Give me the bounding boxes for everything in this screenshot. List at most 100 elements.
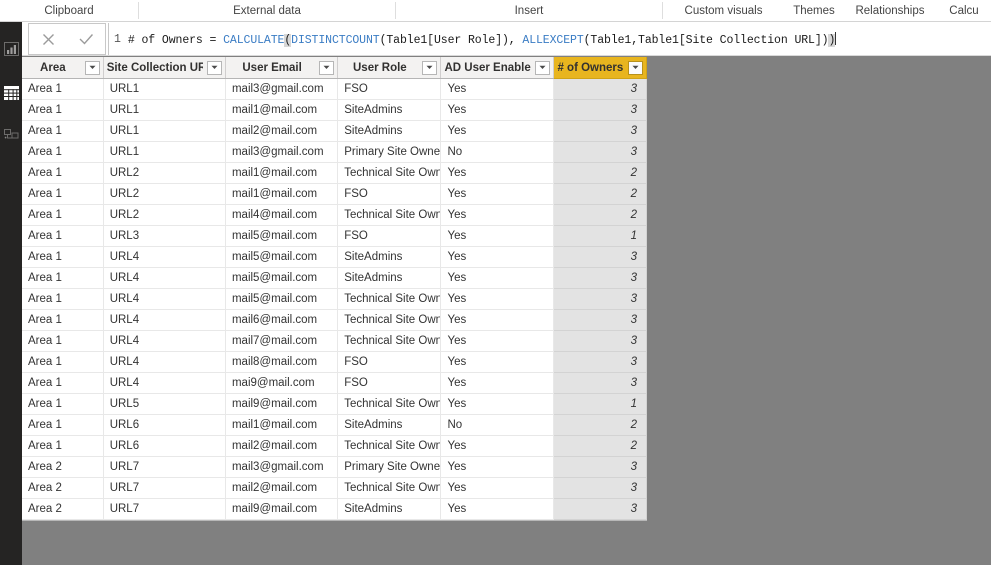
table-row[interactable]: Area 2 URL7 mail9@mail.com SiteAdmins Yes 3 (22, 498, 648, 520)
cell-ad[interactable]: No (440, 141, 554, 163)
cell-role[interactable]: Technical Site Owners (337, 477, 442, 499)
cell-role[interactable]: Technical Site Owners (337, 309, 442, 331)
cell-ad[interactable]: Yes (440, 477, 554, 499)
cell-url[interactable]: URL4 (103, 267, 226, 289)
cell-ad[interactable]: Yes (440, 498, 554, 520)
model-view-icon[interactable] (1, 122, 21, 148)
column-header-ad[interactable]: AD User Enabled (440, 57, 554, 79)
cell-ad[interactable]: No (440, 414, 554, 436)
cell-area[interactable]: Area 1 (22, 204, 104, 226)
table-row[interactable]: Area 1 URL4 mail5@mail.com Technical Site O… (22, 288, 648, 310)
cell-role[interactable]: Primary Site Owner (337, 456, 442, 478)
cell-email[interactable]: mail8@mail.com (225, 351, 339, 373)
cell-role[interactable]: FSO (337, 351, 442, 373)
table-row[interactable]: Area 1 URL4 mail8@mail.com FSO Yes 3 (22, 351, 648, 373)
cell-url[interactable]: URL7 (103, 477, 226, 499)
cell-url[interactable]: URL2 (103, 183, 226, 205)
cell-url[interactable]: URL7 (103, 498, 226, 520)
cell-email[interactable]: mail1@mail.com (225, 414, 339, 436)
report-view-icon[interactable] (1, 36, 21, 62)
cell-ad[interactable]: Yes (440, 372, 554, 394)
cell-area[interactable]: Area 1 (22, 288, 104, 310)
cell-ad[interactable]: Yes (440, 351, 554, 373)
cell-owners[interactable]: 3 (553, 372, 648, 394)
cell-owners[interactable]: 3 (553, 99, 648, 121)
cell-owners[interactable]: 1 (553, 225, 648, 247)
cell-area[interactable]: Area 1 (22, 393, 104, 415)
cell-ad[interactable]: Yes (440, 393, 554, 415)
cell-ad[interactable]: Yes (440, 435, 554, 457)
cell-email[interactable]: mail7@mail.com (225, 330, 339, 352)
cell-owners[interactable]: 3 (553, 456, 648, 478)
ribbon-group-clipboard[interactable]: Clipboard (0, 0, 138, 21)
cell-ad[interactable]: Yes (440, 225, 554, 247)
cell-ad[interactable]: Yes (440, 330, 554, 352)
cell-area[interactable]: Area 1 (22, 414, 104, 436)
cell-url[interactable]: URL4 (103, 246, 226, 268)
cell-email[interactable]: mail1@mail.com (225, 183, 339, 205)
cell-owners[interactable]: 2 (553, 204, 648, 226)
cell-area[interactable]: Area 1 (22, 309, 104, 331)
cell-area[interactable]: Area 2 (22, 477, 104, 499)
table-row[interactable]: Area 2 URL7 mail3@gmail.com Primary Site Ow… (22, 456, 648, 478)
ribbon-group-relationships[interactable]: Relationships (844, 0, 936, 21)
cell-url[interactable]: URL5 (103, 393, 226, 415)
table-row[interactable]: Area 1 URL6 mail1@mail.com SiteAdmins No 2 (22, 414, 648, 436)
cell-area[interactable]: Area 1 (22, 372, 104, 394)
cell-email[interactable]: mail2@mail.com (225, 435, 339, 457)
cell-email[interactable]: mail9@mail.com (225, 393, 339, 415)
cell-email[interactable]: mail3@gmail.com (225, 456, 339, 478)
cell-area[interactable]: Area 1 (22, 435, 104, 457)
cell-email[interactable]: mail5@mail.com (225, 267, 339, 289)
cell-role[interactable]: Technical Site Owners (337, 204, 442, 226)
cell-area[interactable]: Area 1 (22, 78, 104, 100)
cell-url[interactable]: URL4 (103, 351, 226, 373)
ribbon-group-external-data[interactable]: External data (139, 0, 395, 21)
chevron-down-icon[interactable] (534, 60, 550, 75)
chevron-down-icon[interactable] (206, 60, 222, 75)
cell-email[interactable]: mail9@mail.com (225, 498, 339, 520)
cell-owners[interactable]: 2 (553, 183, 648, 205)
cell-owners[interactable]: 3 (553, 120, 648, 142)
cell-role[interactable]: Technical Site Owners (337, 162, 442, 184)
cell-email[interactable]: mail4@mail.com (225, 204, 339, 226)
cell-ad[interactable]: Yes (440, 120, 554, 142)
cell-ad[interactable]: Yes (440, 267, 554, 289)
cell-ad[interactable]: Yes (440, 78, 554, 100)
cell-url[interactable]: URL3 (103, 225, 226, 247)
cell-ad[interactable]: Yes (440, 162, 554, 184)
cell-owners[interactable]: 3 (553, 246, 648, 268)
cell-ad[interactable]: Yes (440, 456, 554, 478)
cell-owners[interactable]: 2 (553, 414, 648, 436)
cell-role[interactable]: Technical Site Owners (337, 393, 442, 415)
cell-email[interactable]: mail2@mail.com (225, 120, 339, 142)
column-header-email[interactable]: User Email (225, 57, 339, 79)
cell-role[interactable]: SiteAdmins (337, 120, 442, 142)
cell-role[interactable]: FSO (337, 78, 442, 100)
cell-url[interactable]: URL1 (103, 120, 226, 142)
cell-area[interactable]: Area 1 (22, 330, 104, 352)
cell-role[interactable]: SiteAdmins (337, 246, 442, 268)
column-header-area[interactable]: Area (22, 57, 104, 79)
cell-url[interactable]: URL4 (103, 372, 226, 394)
ribbon-group-custom-visuals[interactable]: Custom visuals (663, 0, 784, 21)
cell-ad[interactable]: Yes (440, 246, 554, 268)
cell-role[interactable]: Technical Site Owners (337, 330, 442, 352)
cell-role[interactable]: Technical Site Owners (337, 435, 442, 457)
cell-ad[interactable]: Yes (440, 99, 554, 121)
cell-owners[interactable]: 1 (553, 393, 648, 415)
ribbon-group-calcu[interactable]: Calcu (937, 0, 991, 21)
chevron-down-icon[interactable] (628, 60, 643, 75)
cell-area[interactable]: Area 1 (22, 225, 104, 247)
cell-url[interactable]: URL2 (103, 204, 226, 226)
cell-area[interactable]: Area 1 (22, 183, 104, 205)
cell-owners[interactable]: 3 (553, 330, 648, 352)
cell-email[interactable]: mail5@mail.com (225, 225, 339, 247)
cell-area[interactable]: Area 1 (22, 351, 104, 373)
formula-input[interactable]: 1 # of Owners = CALCULATE(DISTINCTCOUNT(… (108, 23, 991, 55)
cell-area[interactable]: Area 1 (22, 162, 104, 184)
ribbon-group-themes[interactable]: Themes (785, 0, 843, 21)
cell-url[interactable]: URL6 (103, 414, 226, 436)
table-row[interactable]: Area 1 URL1 mail3@gmail.com Primary Site Ow… (22, 141, 648, 163)
cell-role[interactable]: SiteAdmins (337, 498, 442, 520)
